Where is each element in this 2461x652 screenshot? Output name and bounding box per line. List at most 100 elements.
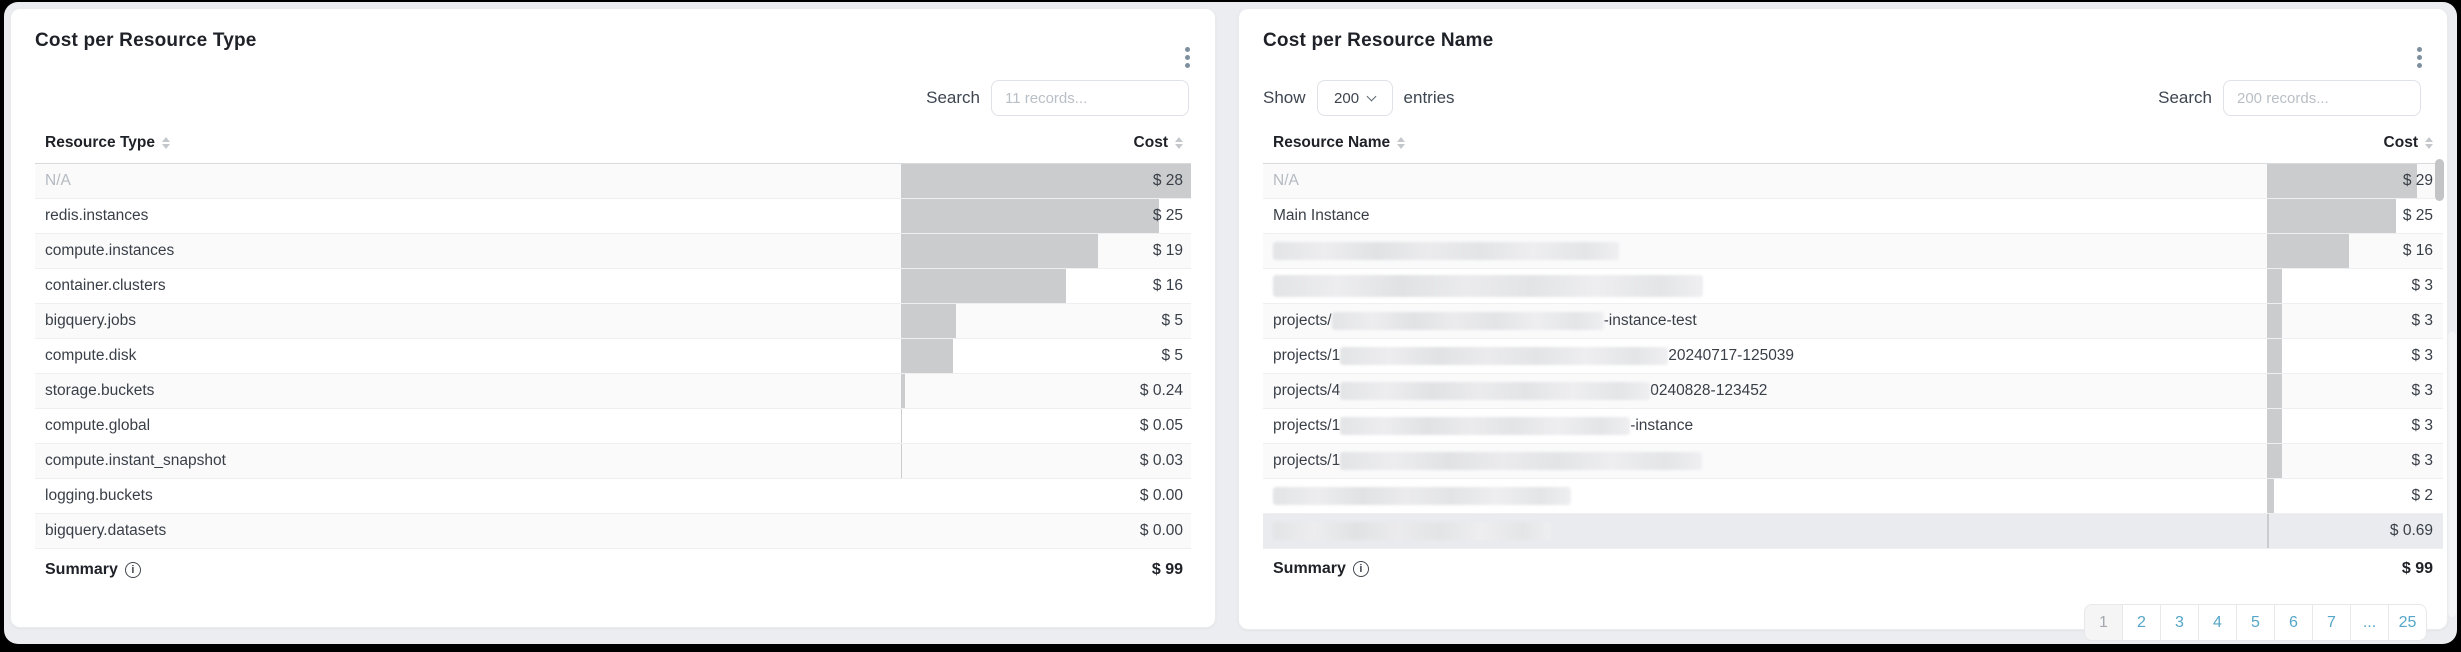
cost-header[interactable]: Cost [1134, 134, 1183, 152]
table-row[interactable]: projects/40240828-123452$ 3 [1263, 374, 2443, 409]
cost-cell: $ 29 [2267, 164, 2443, 198]
pagination-page-5[interactable]: 5 [2236, 604, 2275, 641]
info-icon[interactable]: i [1353, 561, 1369, 577]
table-row[interactable]: storage.buckets$ 0.24 [35, 374, 1191, 409]
table-row[interactable]: container.clusters$ 16 [35, 269, 1191, 304]
kebab-menu-icon[interactable] [1183, 45, 1192, 70]
search-input[interactable] [991, 80, 1189, 116]
table-row[interactable]: bigquery.datasets$ 0.00 [35, 514, 1191, 549]
table-row[interactable]: compute.disk $ 5 [35, 339, 1191, 374]
pagination-page-7[interactable]: 7 [2312, 604, 2351, 641]
info-icon[interactable]: i [125, 562, 141, 578]
cost-bar [2267, 409, 2282, 443]
search-control: Search [926, 80, 1189, 116]
entries-select[interactable]: 200 [1317, 80, 1393, 116]
table-row[interactable]: projects/1-instance$ 3 [1263, 409, 2443, 444]
redacted-text [1273, 522, 1551, 540]
resource-cell: compute.global [35, 409, 901, 443]
cost-cell: $ 0.03 [901, 444, 1191, 478]
cost-value: $ 2 [2411, 487, 2433, 505]
table-row[interactable]: projects/-instance-test$ 3 [1263, 304, 2443, 339]
cost-cell: $ 16 [901, 269, 1191, 303]
redacted-text [1340, 347, 1668, 365]
cost-value: $ 3 [2411, 382, 2433, 400]
redacted-text [1340, 452, 1702, 470]
table-row[interactable]: projects/120240717-125039$ 3 [1263, 339, 2443, 374]
cost-value: $ 0.24 [1140, 382, 1183, 400]
table-row[interactable]: $ 3 [1263, 269, 2443, 304]
resource-name-table: Resource Name Cost N/A$ 29 Main Instance $… [1263, 126, 2443, 641]
cost-cell: $ 3 [2267, 444, 2443, 478]
cost-value: $ 28 [1153, 172, 1183, 190]
table-row[interactable]: bigquery.jobs$ 5 [35, 304, 1191, 339]
table-row[interactable]: $ 16 [1263, 234, 2443, 269]
cost-bar [2267, 199, 2396, 233]
sort-icon [1397, 137, 1405, 149]
cost-cell: $ 25 [901, 199, 1191, 233]
cost-header-label: Cost [1134, 134, 1168, 152]
resource-cell: compute.instances [35, 234, 901, 268]
table-row[interactable]: logging.buckets$ 0.00 [35, 479, 1191, 514]
table-header: Resource Name Cost [1263, 126, 2443, 164]
cost-bar [901, 339, 953, 373]
cost-cell: $ 0.24 [901, 374, 1191, 408]
pagination-page-2[interactable]: 2 [2122, 604, 2161, 641]
resource-text: bigquery.jobs [45, 312, 136, 330]
table-row[interactable]: redis.instances$ 25 [35, 199, 1191, 234]
kebab-menu-icon[interactable] [2415, 45, 2424, 70]
table-row[interactable]: $ 2 [1263, 479, 2443, 514]
resource-text: projects/1 [1273, 417, 1340, 435]
cost-bar [2267, 164, 2417, 198]
resource-text: compute.disk [45, 347, 136, 365]
page-scrollbar-thumb[interactable] [2448, 332, 2456, 617]
table-row[interactable]: $ 0.69 [1263, 514, 2443, 549]
cost-cell: $ 25 [2267, 199, 2443, 233]
resource-text: projects/ [1273, 312, 1332, 330]
pagination-page-4[interactable]: 4 [2198, 604, 2237, 641]
cost-header-label: Cost [2384, 134, 2418, 152]
search-control: Search [2158, 80, 2421, 116]
cost-bar [901, 269, 1066, 303]
search-label: Search [2158, 88, 2212, 108]
pagination-page-...[interactable]: ... [2350, 604, 2389, 641]
table-row[interactable]: N/A $ 28 [35, 164, 1191, 199]
resource-type-table: Resource Type Cost N/A $ 28 redis.instance… [35, 126, 1191, 591]
resource-text: 20240717-125039 [1668, 347, 1794, 365]
cost-header[interactable]: Cost [2384, 134, 2433, 152]
pagination-page-3[interactable]: 3 [2160, 604, 2199, 641]
resource-cell: compute.disk [35, 339, 901, 373]
table-row[interactable]: projects/1$ 3 [1263, 444, 2443, 479]
resource-cell [1263, 234, 2267, 268]
table-row[interactable]: compute.instances$ 19 [35, 234, 1191, 269]
cost-bar [2267, 444, 2282, 478]
resource-text: N/A [45, 172, 71, 190]
card-title: Cost per Resource Type [11, 21, 1215, 53]
cost-cell: $ 0.69 [2267, 514, 2443, 548]
cost-value: $ 0.03 [1140, 452, 1183, 470]
table-row[interactable]: compute.global $ 0.05 [35, 409, 1191, 444]
table-row[interactable]: N/A$ 29 [1263, 164, 2443, 199]
pagination-page-1[interactable]: 1 [2084, 604, 2123, 641]
cost-bar [2267, 374, 2282, 408]
cost-value: $ 16 [1153, 277, 1183, 295]
resource-cell: Main Instance [1263, 199, 2267, 233]
search-input[interactable] [2223, 80, 2421, 116]
cost-value: $ 5 [1161, 347, 1183, 365]
resource-name-header[interactable]: Resource Name [1273, 134, 1405, 152]
cost-value: $ 0.05 [1140, 417, 1183, 435]
table-row[interactable]: Main Instance $ 25 [1263, 199, 2443, 234]
chevron-down-icon [1367, 91, 1377, 101]
resource-text: Main Instance [1273, 207, 1370, 225]
summary-value: $ 99 [1152, 561, 1183, 579]
resource-cell: redis.instances [35, 199, 901, 233]
cost-bar [901, 304, 956, 338]
resource-cell: N/A [1263, 164, 2267, 198]
cost-bar [2267, 269, 2282, 303]
table-row[interactable]: compute.instant_snapshot$ 0.03 [35, 444, 1191, 479]
cost-value: $ 16 [2403, 242, 2433, 260]
pagination-page-6[interactable]: 6 [2274, 604, 2313, 641]
table-scrollbar-thumb[interactable] [2435, 159, 2444, 201]
pagination-page-25[interactable]: 25 [2388, 604, 2427, 641]
resource-cell: bigquery.datasets [35, 514, 901, 548]
resource-type-header[interactable]: Resource Type [45, 134, 170, 152]
